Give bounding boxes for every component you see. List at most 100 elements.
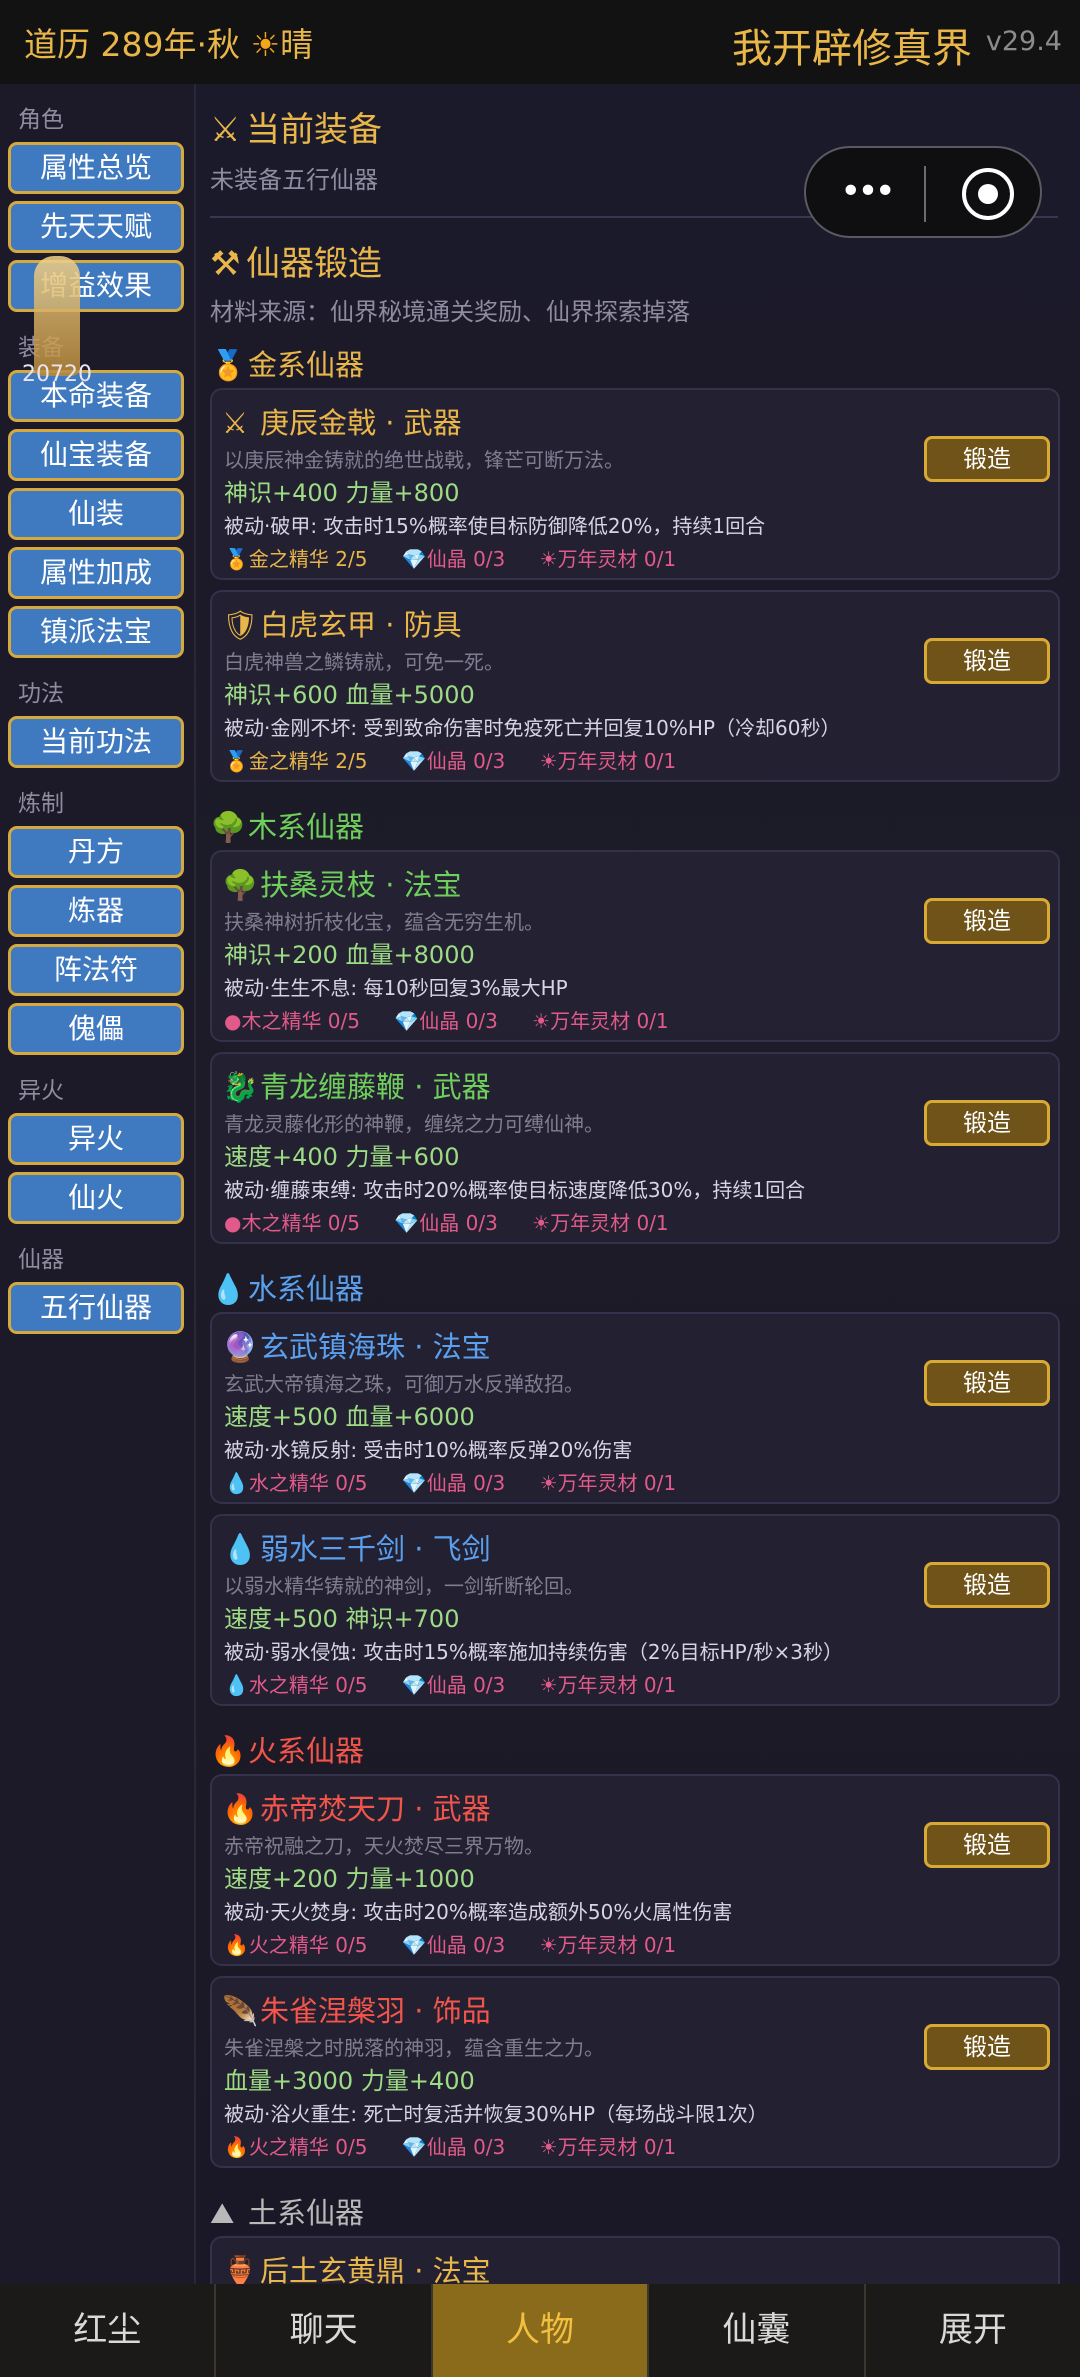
tree-icon: 🌳	[210, 810, 247, 844]
nav-chat[interactable]: 聊天	[216, 2284, 433, 2377]
fire-icon: 🔥火之精华 0/5	[224, 1933, 368, 1957]
item-materials: 🔥火之精华 0/5 💎仙晶 0/3 ☀万年灵材 0/1	[224, 2131, 704, 2160]
vase-icon: 🏺	[222, 2254, 259, 2284]
sidebar-item-treasure-equip[interactable]: 仙宝装备	[8, 429, 184, 481]
item-passive: 被动·生生不息: 每10秒回复3%最大HP	[224, 976, 568, 1000]
nav-hongchen[interactable]: 红尘	[0, 2284, 217, 2377]
capsule-divider	[924, 166, 926, 222]
crystal-icon: 💎仙晶 0/3	[401, 749, 506, 773]
item-name: ⚔ 庚辰金戟 · 武器	[222, 406, 462, 440]
forge-button[interactable]: 锻造	[924, 898, 1050, 944]
item-name: 🪶朱雀涅槃羽 · 饰品	[222, 1994, 491, 2028]
item-desc: 青龙灵藤化形的神鞭，缠绕之力可缚仙神。	[224, 1112, 604, 1136]
item-card: 🌳扶桑灵枝 · 法宝 扶桑神树折枝化宝，蕴含无穷生机。 神识+200 血量+80…	[210, 850, 1060, 1042]
item-name: 🌳扶桑灵枝 · 法宝	[222, 868, 462, 902]
forge-button[interactable]: 锻造	[924, 1100, 1050, 1146]
sun-icon: ☀万年灵材 0/1	[539, 1471, 677, 1495]
sun-icon: ☀万年灵材 0/1	[532, 1211, 669, 1235]
item-name: 🏺后土玄黄鼎 · 法宝	[222, 2248, 491, 2284]
crystal-icon: 💎仙晶 0/3	[401, 1471, 506, 1495]
version-label: v29.4	[985, 26, 1062, 57]
medal-icon: 🏅金之精华 2/5	[224, 547, 368, 571]
shield-icon: 🛡	[222, 608, 259, 642]
item-materials: 🔥火之精华 0/5 💎仙晶 0/3 ☀万年灵材 0/1	[224, 1929, 704, 1958]
sidebar-item-talismans[interactable]: 阵法符	[8, 944, 184, 996]
sidebar-item-attributes[interactable]: 属性总览	[8, 142, 184, 194]
fire-icon: 🔥	[210, 1734, 247, 1768]
item-card: 🔥赤帝焚天刀 · 武器 赤帝祝融之刀，天火焚尽三界万物。 速度+200 力量+1…	[210, 1774, 1060, 1966]
item-desc: 扶桑神树折枝化宝，蕴含无穷生机。	[224, 910, 544, 934]
category-earth: ⛰ 土系仙器	[210, 2196, 365, 2230]
sidebar-item-current-skill[interactable]: 当前功法	[8, 716, 184, 768]
item-materials: 💧水之精华 0/5 💎仙晶 0/3 ☀万年灵材 0/1	[224, 1467, 704, 1496]
sidebar-item-immortal-fire[interactable]: 仙火	[8, 1172, 184, 1224]
sidebar-item-talent[interactable]: 先天天赋	[8, 201, 184, 253]
item-materials: 🏅金之精华 2/5 💎仙晶 0/3 ☀万年灵材 0/1	[224, 745, 704, 774]
forge-button[interactable]: 锻造	[924, 1822, 1050, 1868]
sidebar-item-five-elements[interactable]: 五行仙器	[8, 1282, 184, 1334]
item-stats: 神识+200 血量+8000	[224, 941, 475, 969]
forge-button[interactable]: 锻造	[924, 638, 1050, 684]
sun-icon: ☀万年灵材 0/1	[539, 1673, 677, 1697]
forge-button[interactable]: 锻造	[924, 2024, 1050, 2070]
item-name: 🔥赤帝焚天刀 · 武器	[222, 1792, 491, 1826]
item-passive: 被动·浴火重生: 死亡时复活并恢复30%HP（每场战斗限1次）	[224, 2102, 768, 2126]
tree-icon: ●木之精华 0/5	[224, 1009, 360, 1033]
section-current-equip: ⚔ 当前装备	[210, 110, 382, 150]
item-name: 🐉青龙缠藤鞭 · 武器	[222, 1070, 491, 1104]
crossed-swords-icon: ⚔	[210, 110, 241, 150]
sidebar-item-recipes[interactable]: 丹方	[8, 826, 184, 878]
item-stats: 速度+500 神识+700	[224, 1605, 460, 1633]
more-icon[interactable]: •••	[836, 172, 896, 212]
item-materials: ●木之精华 0/5 💎仙晶 0/3 ☀万年灵材 0/1	[224, 1005, 697, 1034]
item-materials: 💧水之精华 0/5 💎仙晶 0/3 ☀万年灵材 0/1	[224, 1669, 704, 1698]
crystal-icon: 💎仙晶 0/3	[401, 1933, 506, 1957]
forge-button[interactable]: 锻造	[924, 1360, 1050, 1406]
item-card: 💧弱水三千剑 · 飞剑 以弱水精华铸就的神剑，一剑斩断轮回。 速度+500 神识…	[210, 1514, 1060, 1706]
sidebar-section-title: 异火	[18, 1078, 64, 1104]
item-desc: 以庚辰神金铸就的绝世战戟，锋芒可断万法。	[224, 448, 624, 472]
mini-program-capsule: •••	[804, 146, 1042, 238]
avatar-number: 20720	[22, 362, 92, 387]
sidebar-item-outfit[interactable]: 仙装	[8, 488, 184, 540]
droplet-icon: 💧水之精华 0/5	[224, 1471, 368, 1495]
item-name: 🔮玄武镇海珠 · 法宝	[222, 1330, 491, 1364]
forge-button[interactable]: 锻造	[924, 1562, 1050, 1608]
sidebar-item-attr-bonus[interactable]: 属性加成	[8, 547, 184, 599]
item-desc: 玄武大帝镇海之珠，可御万水反弹敌招。	[224, 1372, 584, 1396]
item-stats: 速度+400 力量+600	[224, 1143, 460, 1171]
category-water: 💧水系仙器	[210, 1272, 365, 1306]
hammer-icon: ⚒	[210, 244, 241, 284]
sun-icon: ☀	[250, 25, 281, 64]
sidebar-item-sect-treasure[interactable]: 镇派法宝	[8, 606, 184, 658]
item-name: 💧弱水三千剑 · 飞剑	[222, 1532, 491, 1566]
avatar[interactable]	[34, 256, 80, 376]
tree-icon: 🌳	[222, 868, 259, 902]
crystal-icon: 💎仙晶 0/3	[401, 1673, 506, 1697]
item-desc: 赤帝祝融之刀，天火焚尽三界万物。	[224, 1834, 544, 1858]
item-materials: 🏅金之精华 2/5 💎仙晶 0/3 ☀万年灵材 0/1	[224, 543, 704, 572]
empty-equip-text: 未装备五行仙器	[210, 166, 378, 194]
nav-bag[interactable]: 仙囊	[649, 2284, 866, 2377]
sidebar-section-title: 炼制	[18, 791, 64, 817]
forge-button[interactable]: 锻造	[924, 436, 1050, 482]
sidebar-item-puppets[interactable]: 傀儡	[8, 1003, 184, 1055]
nav-expand[interactable]: 展开	[866, 2284, 1080, 2377]
item-passive: 被动·缠藤束缚: 攻击时20%概率使目标速度降低30%，持续1回合	[224, 1178, 806, 1202]
fire-icon: 🔥	[222, 1792, 259, 1826]
nav-character[interactable]: 人物	[432, 2284, 650, 2377]
droplet-icon: 💧水之精华 0/5	[224, 1673, 368, 1697]
droplet-icon: 💧	[222, 1532, 259, 1566]
sidebar-section-title: 功法	[18, 681, 64, 707]
material-source: 材料来源：仙界秘境通关奖励、仙界探索掉落	[210, 298, 690, 326]
close-target-icon[interactable]	[962, 168, 1014, 220]
sidebar-item-strange-fire[interactable]: 异火	[8, 1113, 184, 1165]
section-forge: ⚒ 仙器锻造	[210, 244, 382, 284]
item-passive: 被动·金刚不坏: 受到致命伤害时免疫死亡并回复10%HP（冷却60秒）	[224, 716, 841, 740]
item-passive: 被动·天火焚身: 攻击时20%概率造成额外50%火属性伤害	[224, 1900, 733, 1924]
item-desc: 以弱水精华铸就的神剑，一剑斩断轮回。	[224, 1574, 584, 1598]
sidebar-item-refining[interactable]: 炼器	[8, 885, 184, 937]
item-card: 🐉青龙缠藤鞭 · 武器 青龙灵藤化形的神鞭，缠绕之力可缚仙神。 速度+400 力…	[210, 1052, 1060, 1244]
item-passive: 被动·水镜反射: 受击时10%概率反弹20%伤害	[224, 1438, 633, 1462]
item-stats: 速度+500 血量+6000	[224, 1403, 475, 1431]
